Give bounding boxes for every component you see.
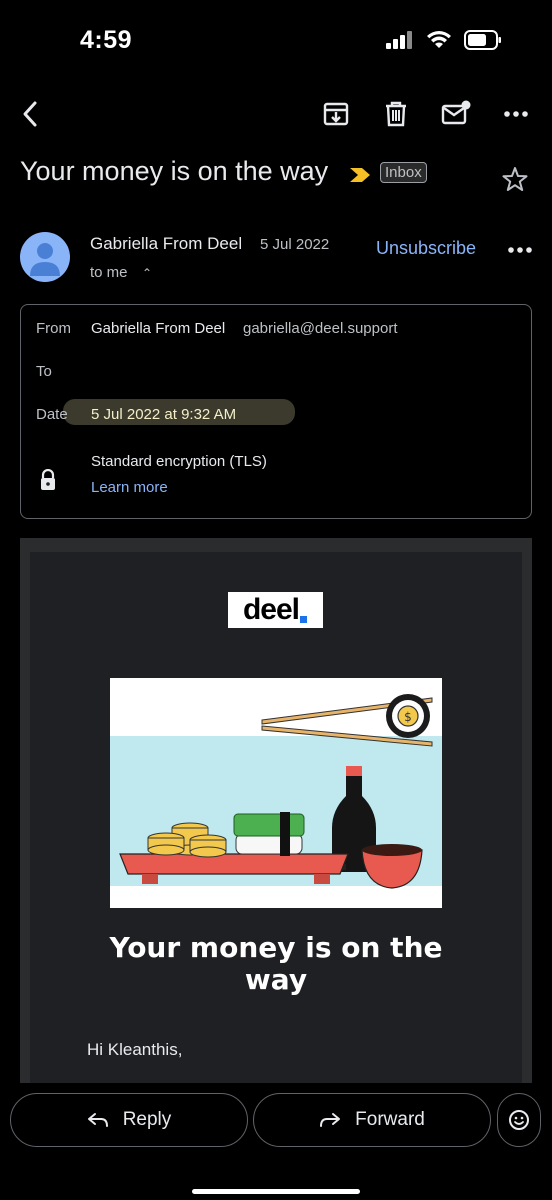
wifi-icon bbox=[427, 31, 451, 48]
from-name: Gabriella From Deel bbox=[91, 320, 226, 337]
email-headline-line2: way bbox=[244, 963, 308, 996]
lock-icon bbox=[41, 469, 55, 490]
reply-button[interactable]: Reply bbox=[10, 1093, 248, 1147]
recipient-summary[interactable]: to me bbox=[90, 264, 128, 281]
status-bar: 4:59 bbox=[0, 0, 552, 80]
mark-unread-icon bbox=[441, 100, 471, 125]
email-body: deel $ Your money is on the way Hi Klean… bbox=[30, 552, 522, 1083]
status-icons bbox=[386, 30, 502, 50]
sender-name[interactable]: Gabriella From Deel bbox=[90, 234, 242, 254]
more-horiz-icon[interactable] bbox=[508, 246, 532, 254]
to-label: To bbox=[36, 363, 52, 380]
from-email[interactable]: gabriella@deel.support bbox=[243, 320, 398, 337]
mark-unread-button[interactable] bbox=[436, 96, 476, 132]
subject-row: Your money is on the way Inbox bbox=[20, 150, 532, 200]
date-label: Date bbox=[36, 406, 68, 423]
inbox-label-chip[interactable]: Inbox bbox=[380, 162, 427, 183]
person-icon bbox=[30, 243, 60, 276]
chevron-up-icon[interactable]: ⌃ bbox=[142, 266, 152, 280]
forward-icon bbox=[320, 1113, 341, 1127]
toolbar bbox=[0, 86, 552, 142]
unsubscribe-link[interactable]: Unsubscribe bbox=[376, 238, 476, 259]
star-icon[interactable] bbox=[502, 166, 528, 192]
archive-icon bbox=[323, 102, 349, 126]
forward-button[interactable]: Forward bbox=[253, 1093, 491, 1147]
importance-marker-icon[interactable] bbox=[348, 166, 372, 184]
forward-label: Forward bbox=[355, 1109, 425, 1130]
trash-icon bbox=[386, 101, 406, 127]
more-options-button[interactable] bbox=[496, 96, 536, 132]
svg-text:$: $ bbox=[404, 710, 412, 724]
email-headline-line1: Your money is on the bbox=[109, 931, 443, 964]
deel-logo[interactable]: deel bbox=[228, 592, 323, 628]
home-indicator[interactable] bbox=[192, 1189, 360, 1194]
archive-button[interactable] bbox=[316, 96, 356, 132]
date-value: 5 Jul 2022 at 9:32 AM bbox=[91, 406, 237, 423]
delete-button[interactable] bbox=[376, 96, 416, 132]
sender-row: Gabriella From Deel 5 Jul 2022 to me ⌃ U… bbox=[20, 228, 532, 288]
redacted-recipient bbox=[78, 365, 275, 383]
back-button[interactable] bbox=[10, 96, 50, 132]
reply-icon bbox=[87, 1113, 108, 1127]
from-label: From bbox=[36, 320, 71, 337]
hero-illustration: $ bbox=[110, 678, 442, 908]
learn-more-link[interactable]: Learn more bbox=[91, 479, 168, 496]
battery-icon bbox=[464, 30, 501, 50]
email-subject: Your money is on the way bbox=[20, 156, 329, 186]
encryption-status: Standard encryption (TLS) bbox=[91, 453, 267, 470]
status-time: 4:59 bbox=[80, 26, 133, 54]
logo-text: deel bbox=[242, 593, 300, 626]
emoji-reaction-button[interactable] bbox=[497, 1093, 541, 1147]
back-arrow-icon bbox=[23, 101, 37, 127]
cellular-signal-icon bbox=[386, 31, 412, 49]
sent-date: 5 Jul 2022 bbox=[260, 236, 330, 253]
message-details-card: From Gabriella From Deel gabriella@deel.… bbox=[20, 304, 532, 519]
avatar[interactable] bbox=[20, 232, 70, 282]
reply-label: Reply bbox=[122, 1109, 172, 1130]
email-headline: Your money is on the way bbox=[30, 932, 522, 996]
emoji-icon bbox=[509, 1110, 529, 1130]
more-horiz-icon bbox=[504, 111, 528, 117]
bottom-action-bar: Reply Forward bbox=[0, 1083, 552, 1200]
email-greeting: Hi Kleanthis, bbox=[87, 1040, 183, 1059]
logo-dot-icon bbox=[300, 616, 308, 623]
